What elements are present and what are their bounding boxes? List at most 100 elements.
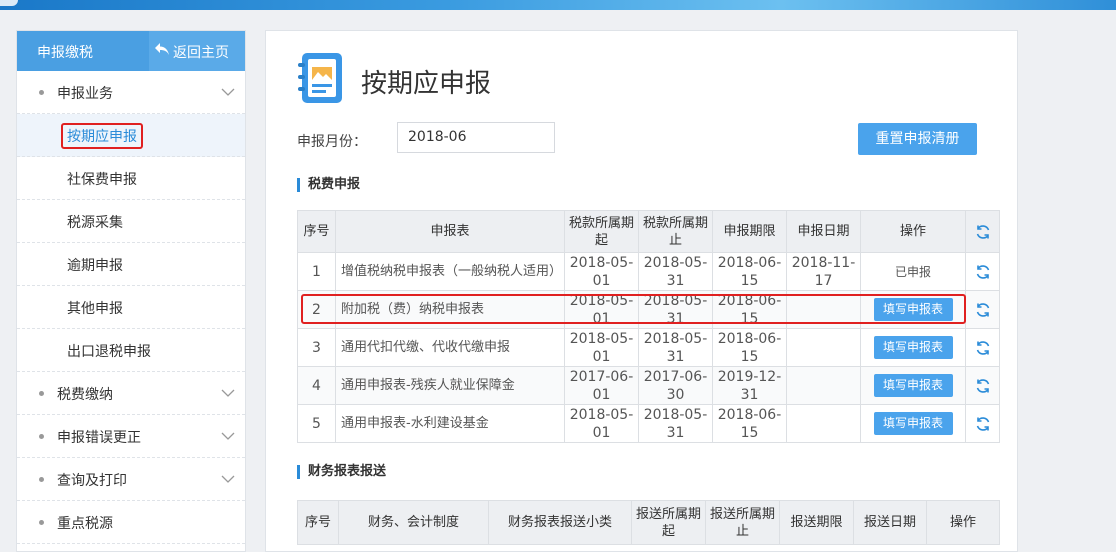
chevron-down-icon xyxy=(221,432,235,440)
top-banner xyxy=(0,0,1116,10)
financial-report-table: 序号 财务、会计制度 财务报表报送小类 报送所属期起 报送所属期止 报送期限 报… xyxy=(297,500,1000,545)
sidebar-item-tax-source-collection[interactable]: 税源采集 xyxy=(17,200,245,243)
column-header: 操作 xyxy=(926,500,1000,545)
period-end: 2017-06-30 xyxy=(638,366,713,405)
refresh-cell[interactable] xyxy=(965,404,1000,443)
notebook-icon xyxy=(298,53,342,103)
sidebar-item-label: 税源采集 xyxy=(67,215,123,231)
column-header: 报送所属期起 xyxy=(631,500,706,545)
table-row: 3 通用代扣代缴、代收代缴申报 2018-05-01 2018-05-31 20… xyxy=(297,328,1000,367)
column-header: 财务报表报送小类 xyxy=(488,500,632,545)
back-home-button[interactable]: 返回主页 xyxy=(149,31,245,71)
sidebar-group-label: 申报错误更正 xyxy=(57,430,141,446)
column-header: 序号 xyxy=(297,500,339,545)
declaration-month-label: 申报月份： xyxy=(297,134,367,150)
filed-date xyxy=(786,290,861,329)
refresh-icon[interactable] xyxy=(975,302,991,318)
column-header: 税款所属期止 xyxy=(638,210,713,253)
action-cell: 填写申报表 xyxy=(860,404,966,443)
period-start: 2018-05-01 xyxy=(564,404,639,443)
row-number: 1 xyxy=(297,252,336,291)
column-header: 报送所属期止 xyxy=(705,500,780,545)
action-cell: 填写申报表 xyxy=(860,366,966,405)
period-end: 2018-05-31 xyxy=(638,290,713,329)
period-start: 2018-05-01 xyxy=(564,290,639,329)
deadline: 2018-06-15 xyxy=(712,290,787,329)
sidebar-title: 申报缴税 xyxy=(37,45,93,61)
sidebar-item-overdue-declaration[interactable]: 逾期申报 xyxy=(17,243,245,286)
banner-logo xyxy=(0,0,18,6)
form-name: 附加税（费）纳税申报表 xyxy=(335,290,565,329)
refresh-icon[interactable] xyxy=(975,224,991,240)
column-header: 序号 xyxy=(297,210,336,253)
deadline: 2018-06-15 xyxy=(712,252,787,291)
bullet-dot xyxy=(39,434,44,439)
table-row: 5 通用申报表-水利建设基金 2018-05-01 2018-05-31 201… xyxy=(297,404,1000,443)
filed-date: 2018-11-17 xyxy=(786,252,861,291)
back-home-label: 返回主页 xyxy=(173,45,229,61)
fill-form-button[interactable]: 填写申报表 xyxy=(873,412,953,435)
fill-form-button[interactable]: 填写申报表 xyxy=(873,298,953,321)
section-title-tax-declaration: 税费申报 xyxy=(297,178,360,192)
main-panel: 按期应申报 申报月份： 2018-06 重置申报清册 税费申报 序号 申报表 税… xyxy=(265,30,1018,552)
period-end: 2018-05-31 xyxy=(638,328,713,367)
return-arrow-icon xyxy=(155,43,169,55)
sidebar-group-error-correction[interactable]: 申报错误更正 xyxy=(17,415,245,458)
sidebar-item-social-insurance[interactable]: 社保费申报 xyxy=(17,157,245,200)
row-number: 4 xyxy=(297,366,336,405)
sidebar-item-periodic-declaration[interactable]: 按期应申报 xyxy=(17,114,245,157)
action-cell: 填写申报表 xyxy=(860,290,966,329)
column-header: 报送期限 xyxy=(779,500,854,545)
refresh-icon[interactable] xyxy=(975,416,991,432)
deadline: 2018-06-15 xyxy=(712,328,787,367)
filed-date xyxy=(786,366,861,405)
refresh-icon[interactable] xyxy=(975,340,991,356)
table-row: 2 附加税（费）纳税申报表 2018-05-01 2018-05-31 2018… xyxy=(297,290,1000,329)
sidebar-item-other-declaration[interactable]: 其他申报 xyxy=(17,286,245,329)
sidebar-group-tax-payment[interactable]: 税费缴纳 xyxy=(17,372,245,415)
refresh-icon[interactable] xyxy=(975,378,991,394)
refresh-all-cell[interactable] xyxy=(965,210,1000,253)
refresh-icon[interactable] xyxy=(975,264,991,280)
bullet-dot xyxy=(39,391,44,396)
form-name: 通用申报表-残疾人就业保障金 xyxy=(335,366,565,405)
sidebar-group-query-print[interactable]: 查询及打印 xyxy=(17,458,245,501)
sidebar-group-key-tax-source[interactable]: 重点税源 xyxy=(17,501,245,544)
refresh-cell[interactable] xyxy=(965,290,1000,329)
form-name: 通用申报表-水利建设基金 xyxy=(335,404,565,443)
refresh-cell[interactable] xyxy=(965,366,1000,405)
refresh-cell[interactable] xyxy=(965,328,1000,367)
sidebar-group-declaration[interactable]: 申报业务 xyxy=(17,71,245,114)
sidebar-group-label: 税费缴纳 xyxy=(57,387,113,403)
fill-form-button[interactable]: 填写申报表 xyxy=(873,374,953,397)
column-header: 报送日期 xyxy=(853,500,927,545)
column-header: 申报期限 xyxy=(712,210,787,253)
sidebar-item-label: 其他申报 xyxy=(67,301,123,317)
deadline: 2019-12-31 xyxy=(712,366,787,405)
action-cell: 填写申报表 xyxy=(860,328,966,367)
sidebar-item-label: 社保费申报 xyxy=(67,172,137,188)
bullet-dot xyxy=(39,477,44,482)
tax-declaration-table: 序号 申报表 税款所属期起 税款所属期止 申报期限 申报日期 操作 1 增值税纳… xyxy=(297,210,1000,443)
chevron-down-icon xyxy=(221,88,235,96)
fill-form-button[interactable]: 填写申报表 xyxy=(873,336,953,359)
deadline: 2018-06-15 xyxy=(712,404,787,443)
period-end: 2018-05-31 xyxy=(638,252,713,291)
sidebar-group-label: 重点税源 xyxy=(57,516,113,532)
action-cell: 已申报 xyxy=(860,252,966,291)
sidebar-group-label: 查询及打印 xyxy=(57,473,127,489)
row-number: 3 xyxy=(297,328,336,367)
section-title-financial-reports: 财务报表报送 xyxy=(297,465,386,479)
filed-date xyxy=(786,404,861,443)
form-name: 通用代扣代缴、代收代缴申报 xyxy=(335,328,565,367)
sidebar-item-export-rebate[interactable]: 出口退税申报 xyxy=(17,329,245,372)
declaration-month-input[interactable]: 2018-06 xyxy=(397,122,555,153)
bullet-dot xyxy=(39,520,44,525)
table-header-row: 序号 申报表 税款所属期起 税款所属期止 申报期限 申报日期 操作 xyxy=(297,210,1000,253)
row-number: 2 xyxy=(297,290,336,329)
reset-declaration-list-button[interactable]: 重置申报清册 xyxy=(858,123,977,155)
sidebar-item-label: 逾期申报 xyxy=(67,258,123,274)
refresh-cell[interactable] xyxy=(965,252,1000,291)
table-header-row: 序号 财务、会计制度 财务报表报送小类 报送所属期起 报送所属期止 报送期限 报… xyxy=(297,500,1000,545)
sidebar-item-label: 出口退税申报 xyxy=(67,344,151,360)
